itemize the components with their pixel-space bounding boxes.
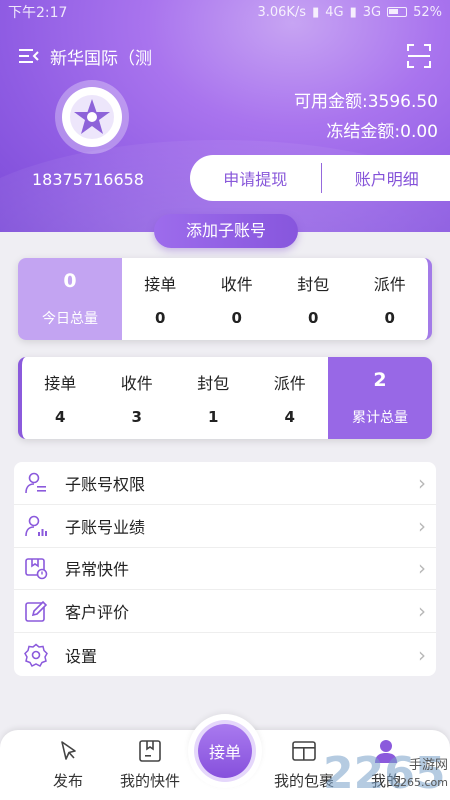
stat-label: 收件: [220, 275, 253, 294]
stat-value: 0: [308, 309, 319, 327]
edit-review-icon: [25, 601, 48, 623]
nav-my-packages[interactable]: 我的快件: [110, 738, 190, 791]
watermark-site: 手游网: [408, 758, 448, 773]
menu-item-label: 异常快件: [65, 560, 130, 580]
menu-item-sub-account-permission[interactable]: 子账号权限 ›: [14, 462, 436, 505]
chevron-right-icon: ›: [418, 556, 426, 581]
total-stats-card: 接单 4 收件 3 封包 1 派件 4 2 累计总量: [18, 357, 432, 439]
divider: [320, 163, 322, 193]
scan-icon[interactable]: [406, 43, 432, 69]
stat-item: 封包 1: [175, 357, 252, 439]
user-permission-icon: [25, 472, 46, 493]
stat-item: 接单 4: [22, 357, 99, 439]
site-watermark: 2265 手游网 2265.com: [323, 748, 450, 800]
menu-item-sub-account-performance[interactable]: 子账号业绩 ›: [14, 505, 436, 548]
menu-item-label: 子账号业绩: [65, 517, 146, 537]
stat-value: 4: [55, 408, 66, 426]
cumulative-total-value: 2: [373, 369, 387, 391]
withdraw-button[interactable]: 申请提现: [190, 166, 321, 190]
cumulative-total: 2 累计总量: [328, 357, 432, 439]
menu-item-abnormal-package[interactable]: 异常快件 ›: [14, 548, 436, 591]
signal-icon: ▮: [349, 4, 357, 20]
abnormal-package-icon: [25, 558, 48, 580]
network-type-1: 4G: [325, 4, 344, 20]
menu-icon[interactable]: [18, 45, 40, 67]
accept-order-fab[interactable]: 接单: [188, 714, 262, 788]
stat-value: 1: [208, 408, 219, 426]
stat-label: 派件: [273, 374, 306, 393]
battery-level: 52%: [413, 4, 442, 20]
box-icon: [139, 740, 161, 762]
account-detail-button[interactable]: 账户明细: [322, 166, 450, 190]
stat-item: 派件 0: [352, 258, 429, 340]
stat-item: 封包 0: [275, 258, 352, 340]
user-performance-icon: [25, 515, 47, 536]
phone-number: 18375716658: [32, 170, 144, 189]
chevron-right-icon: ›: [418, 599, 426, 624]
available-balance: 可用金额:3596.50: [293, 92, 438, 112]
settings-menu: 子账号权限 › 子账号业绩 › 异常快件 › 客户评价 › 设置 ›: [14, 462, 436, 676]
menu-item-label: 客户评价: [65, 603, 130, 623]
menu-item-customer-review[interactable]: 客户评价 ›: [14, 590, 436, 634]
today-total: 0 今日总量: [18, 258, 122, 340]
nav-label: 我的快件: [119, 772, 180, 790]
stat-value: 0: [231, 309, 242, 327]
accept-order-label: 接单: [198, 724, 252, 778]
menu-item-label: 设置: [65, 646, 98, 666]
stat-item: 接单 0: [122, 258, 199, 340]
stat-label: 接单: [44, 374, 77, 393]
stat-label: 接单: [144, 275, 177, 294]
status-bar: 下午2:17 3.06K/s ▮ 4G ▮ 3G 52%: [0, 0, 450, 24]
signal-icon: ▮: [312, 4, 320, 20]
stat-value: 0: [155, 309, 166, 327]
stat-label: 派件: [373, 275, 406, 294]
today-total-label: 今日总量: [42, 311, 98, 327]
avatar[interactable]: [55, 80, 129, 154]
chevron-right-icon: ›: [418, 642, 426, 667]
stat-item: 派件 4: [252, 357, 329, 439]
net-speed: 3.06K/s: [257, 4, 307, 20]
nav-label: 发布: [52, 772, 83, 790]
stat-value: 0: [384, 309, 395, 327]
stat-label: 收件: [120, 374, 153, 393]
stat-label: 封包: [197, 374, 230, 393]
stat-label: 封包: [297, 275, 330, 294]
today-total-value: 0: [63, 270, 77, 292]
battery-icon: [387, 7, 408, 17]
menu-item-settings[interactable]: 设置 ›: [14, 633, 436, 676]
balance-info: 可用金额:3596.50 冻结金额:0.00: [294, 87, 438, 147]
account-actions: 申请提现 账户明细: [190, 155, 450, 201]
stat-item: 收件 3: [99, 357, 176, 439]
stat-value: 3: [131, 408, 142, 426]
menu-item-label: 子账号权限: [65, 474, 146, 494]
gear-icon: [24, 643, 48, 667]
profile-header: 下午2:17 3.06K/s ▮ 4G ▮ 3G 52% 新华国际（测 1837…: [0, 0, 450, 232]
company-title: 新华国际（测: [50, 48, 152, 69]
logo-icon: [70, 95, 114, 139]
chevron-right-icon: ›: [418, 470, 426, 495]
stat-value: 4: [284, 408, 295, 426]
watermark-url: 2265.com: [393, 776, 448, 789]
chevron-right-icon: ›: [418, 513, 426, 538]
add-sub-account-button[interactable]: 添加子账号: [154, 214, 298, 248]
nav-publish[interactable]: 发布: [28, 738, 108, 791]
today-stats-card: 0 今日总量 接单 0 收件 0 封包 0 派件 0: [18, 258, 432, 340]
cursor-icon: [61, 741, 76, 760]
stat-item: 收件 0: [199, 258, 276, 340]
parcel-icon: [292, 741, 316, 761]
cumulative-total-label: 累计总量: [352, 410, 408, 426]
status-time: 下午2:17: [8, 5, 68, 21]
frozen-balance: 冻结金额:0.00: [326, 122, 438, 142]
network-type-2: 3G: [362, 4, 382, 20]
